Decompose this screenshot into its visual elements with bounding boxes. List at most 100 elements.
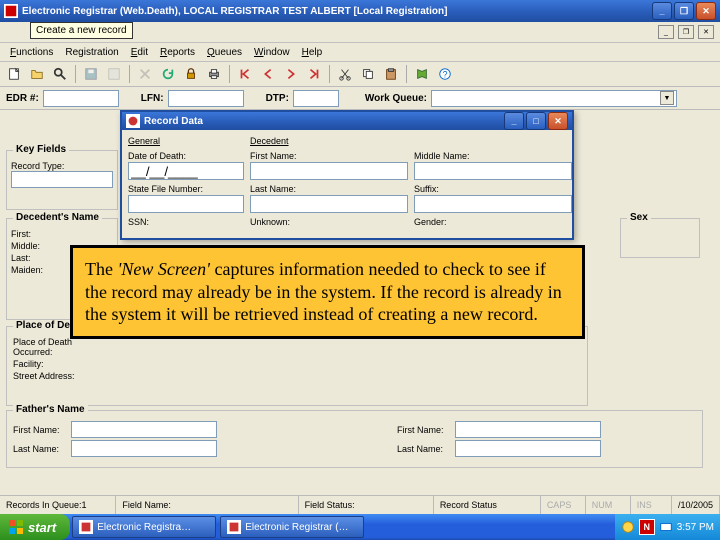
svg-text:?: ? — [443, 70, 448, 80]
middle-label: Middle: — [11, 241, 49, 251]
dialog-minimize-button[interactable]: _ — [504, 112, 524, 130]
system-tray[interactable]: N 3:57 PM — [615, 514, 720, 540]
status-fieldstatus: Field Status: — [299, 496, 434, 514]
dtp-input[interactable] — [293, 90, 339, 107]
prev-record-button[interactable] — [258, 64, 278, 84]
record-data-dialog: Record Data _ □ ✕ General Decedent Date … — [120, 110, 574, 240]
paste-button[interactable] — [381, 64, 401, 84]
book-button[interactable] — [412, 64, 432, 84]
dlg-middlename-input[interactable] — [414, 162, 572, 180]
delete-button[interactable] — [135, 64, 155, 84]
menu-queues[interactable]: Queues — [201, 47, 248, 58]
status-date: /10/2005 — [672, 496, 720, 514]
sfn-label: State File Number: — [128, 184, 238, 194]
reject-button[interactable] — [104, 64, 124, 84]
mdi-restore-button[interactable]: ❐ — [678, 25, 694, 39]
app-icon — [4, 4, 18, 18]
start-button[interactable]: start — [0, 514, 70, 540]
status-fieldname: Field Name: — [116, 496, 298, 514]
father-first2-input[interactable] — [455, 421, 601, 438]
status-ins: INS — [631, 496, 672, 514]
sfn-input[interactable] — [128, 195, 244, 213]
lfn-input[interactable] — [168, 90, 244, 107]
menu-registration[interactable]: Registration — [59, 47, 124, 58]
menu-reports[interactable]: Reports — [154, 47, 201, 58]
dialog-titlebar[interactable]: Record Data _ □ ✕ — [122, 112, 572, 130]
close-button[interactable]: ✕ — [696, 2, 716, 20]
main-form-area: Key Fields Record Type: Decedent's Name … — [0, 110, 720, 490]
sex-group: Sex — [620, 218, 700, 258]
dialog-title: Record Data — [144, 116, 203, 127]
status-num: NUM — [586, 496, 631, 514]
lfn-label: LFN: — [141, 93, 164, 104]
dlg-suffix-input[interactable] — [414, 195, 572, 213]
refresh-button[interactable] — [158, 64, 178, 84]
save-button[interactable] — [81, 64, 101, 84]
open-button[interactable] — [27, 64, 47, 84]
callout-text: The 'New Screen' captures information ne… — [85, 259, 562, 324]
help-button[interactable]: ? — [435, 64, 455, 84]
task2-icon — [227, 520, 241, 534]
windows-logo-icon — [8, 519, 24, 535]
father-last-input[interactable] — [71, 440, 217, 457]
father-first-label: First Name: — [13, 425, 69, 435]
tray-clock: 3:57 PM — [677, 522, 714, 533]
tooltip-new-record: Create a new record — [30, 22, 133, 39]
father-first2-label: First Name: — [397, 425, 453, 435]
callout-box: The 'New Screen' captures information ne… — [70, 245, 585, 339]
start-label: start — [28, 520, 56, 535]
copy-button[interactable] — [358, 64, 378, 84]
edr-input[interactable] — [43, 90, 119, 107]
menu-help[interactable]: Help — [296, 47, 329, 58]
tray-icon-2[interactable] — [659, 520, 673, 534]
fathers-name-label: Father's Name — [13, 404, 88, 415]
last-label: Last: — [11, 253, 49, 263]
dialog-close-button[interactable]: ✕ — [548, 112, 568, 130]
dlg-middlename-label: Middle Name: — [414, 151, 566, 161]
minimize-button[interactable]: _ — [652, 2, 672, 20]
father-first-input[interactable] — [71, 421, 217, 438]
menubar: FFunctionsunctions Registration Edit Rep… — [0, 43, 720, 62]
menu-functions[interactable]: FFunctionsunctions — [4, 47, 59, 58]
dlg-lastname-input[interactable] — [250, 195, 408, 213]
key-fields-group: Key Fields Record Type: — [6, 150, 118, 210]
last-record-button[interactable] — [304, 64, 324, 84]
record-type-input[interactable] — [11, 171, 113, 188]
facility-label: Facility: — [13, 359, 83, 369]
tray-icon-n[interactable]: N — [639, 519, 655, 535]
ssn-label: SSN: — [128, 217, 238, 227]
restore-button[interactable]: ❐ — [674, 2, 694, 20]
next-record-button[interactable] — [281, 64, 301, 84]
window-controls: _ ❐ ✕ — [652, 2, 716, 20]
search-button[interactable] — [50, 64, 70, 84]
taskbar-item-2[interactable]: Electronic Registrar (… — [220, 516, 364, 538]
edr-label: EDR #: — [6, 93, 39, 104]
first-record-button[interactable] — [235, 64, 255, 84]
taskbar-item-1[interactable]: Electronic Registra… — [72, 516, 216, 538]
task1-label: Electronic Registra… — [97, 522, 191, 533]
print-button[interactable] — [204, 64, 224, 84]
menu-window[interactable]: Window — [248, 47, 296, 58]
father-last2-input[interactable] — [455, 440, 601, 457]
mdi-minimize-button[interactable]: _ — [658, 25, 674, 39]
first-label: First: — [11, 229, 49, 239]
dod-input[interactable] — [128, 162, 244, 180]
dlg-firstname-input[interactable] — [250, 162, 408, 180]
mdi-close-button[interactable]: ✕ — [698, 25, 714, 39]
taskbar: start Electronic Registra… Electronic Re… — [0, 514, 720, 540]
new-record-button[interactable] — [4, 64, 24, 84]
dialog-maximize-button[interactable]: □ — [526, 112, 546, 130]
task1-icon — [79, 520, 93, 534]
lock-button[interactable] — [181, 64, 201, 84]
death-occurred-label: Place of Death Occurred: — [13, 337, 83, 357]
menu-edit[interactable]: Edit — [125, 47, 154, 58]
dialog-icon — [126, 114, 140, 128]
dlg-gender-label: Gender: — [414, 217, 566, 227]
tray-icon-1[interactable] — [621, 520, 635, 534]
father-last2-label: Last Name: — [397, 444, 453, 454]
cut-button[interactable] — [335, 64, 355, 84]
app-title: Electronic Registrar (Web.Death), LOCAL … — [22, 6, 447, 17]
decedents-name-label: Decedent's Name — [13, 212, 102, 223]
workqueue-select[interactable]: ▼ — [431, 90, 677, 107]
status-caps: CAPS — [541, 496, 586, 514]
